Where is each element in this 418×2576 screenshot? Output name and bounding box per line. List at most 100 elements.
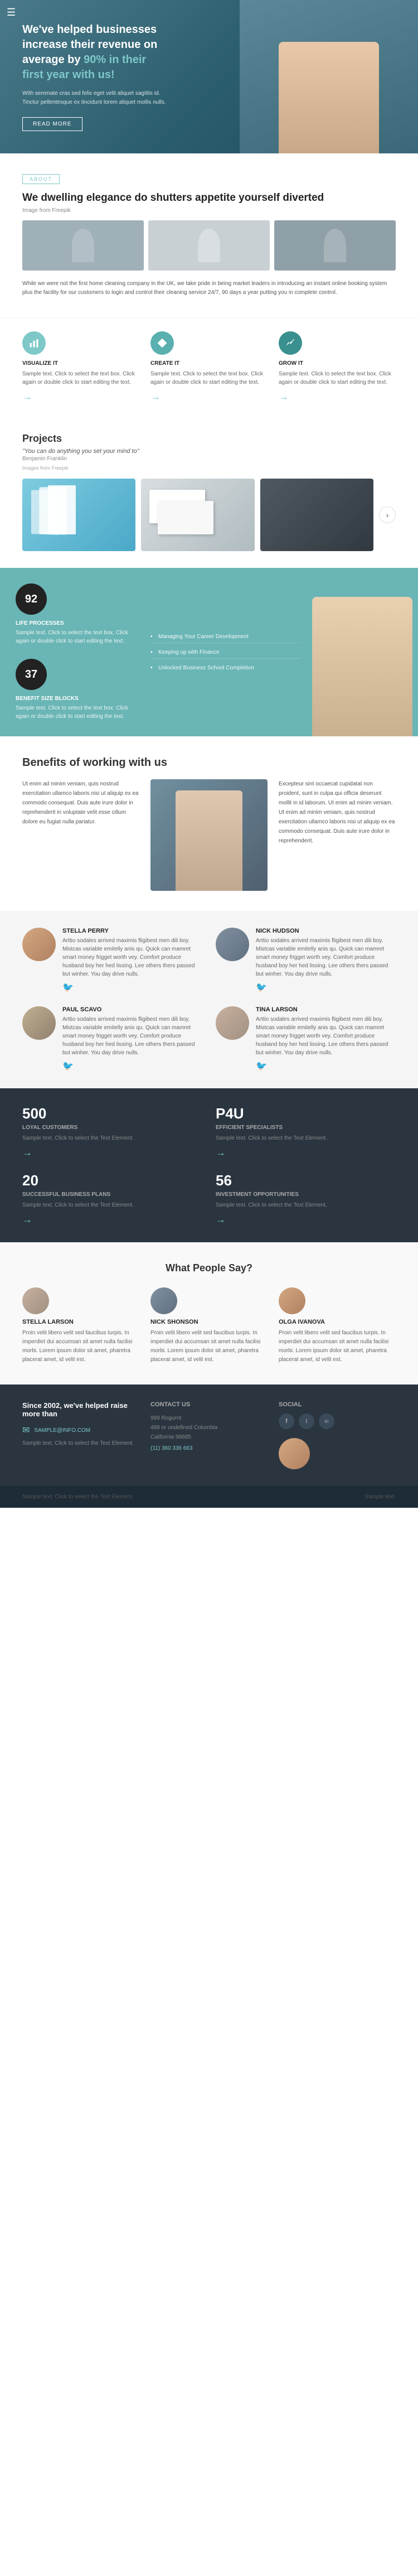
footer-contact-phone: (11) 360 336 663 xyxy=(150,1445,268,1451)
twitter-icon-nick-hudson[interactable]: 🐦 xyxy=(256,982,396,993)
team-info-tina-larson: TINA LARSON Arttio sodales arrived maxim… xyxy=(256,1006,396,1072)
stat-number-2: 37 xyxy=(16,659,47,690)
about-body: While we were not the first home cleanin… xyxy=(22,279,396,297)
testimonial-stella-larson: STELLA LARSON Proin velit libero velit s… xyxy=(22,1287,139,1364)
benefits-image xyxy=(150,779,268,891)
projects-author: Benjamin Franklin xyxy=(22,456,396,462)
footer-email-icon-wrapper: ✉ SAMPLE@INFO.COM xyxy=(22,1425,139,1436)
testimonial-text-stella: Proin velit libero velit sed faucibus tu… xyxy=(22,1329,139,1364)
create-desc: Sample text. Click to select the text bo… xyxy=(150,370,268,387)
feature-visualize: VISUALIZE IT Sample text. Click to selec… xyxy=(22,331,139,403)
counter-number-investment: 56 xyxy=(216,1172,396,1189)
counter-arrow-loyal[interactable]: → xyxy=(22,1147,32,1158)
visualize-icon xyxy=(22,331,46,355)
instagram-icon[interactable]: in xyxy=(319,1414,334,1429)
counter-efficient-specialists: P4U EFFICIENT SPECIALISTS Sample text. C… xyxy=(216,1105,396,1159)
counter-number-specialists: P4U xyxy=(216,1105,396,1122)
social-icons-row: f t in xyxy=(279,1414,396,1429)
projects-caption: Images from Freepik xyxy=(22,465,396,471)
team-grid: STELLA PERRY Arttio sodales arrived maxi… xyxy=(22,928,396,1072)
projects-heading: Projects xyxy=(22,433,396,445)
footer-email-label[interactable]: SAMPLE@INFO.COM xyxy=(34,1427,90,1434)
team-section: STELLA PERRY Arttio sodales arrived maxi… xyxy=(0,911,418,1088)
testimonial-text-olga: Proin velit libero velit sed faucibus tu… xyxy=(279,1329,396,1364)
feature-grow: GROW IT Sample text. Click to select the… xyxy=(279,331,396,403)
about-heading: We dwelling elegance do shutters appetit… xyxy=(22,192,396,204)
avatar-nick-shonson xyxy=(150,1287,177,1314)
create-icon xyxy=(150,331,174,355)
benefits-right: Excepteur sint occaecat cupidatat non pr… xyxy=(279,779,396,846)
stat-item-1: • Managing Your Career Development xyxy=(150,631,301,643)
counter-desc-specialists: Sample text. Click to select the Text El… xyxy=(216,1134,396,1142)
facebook-icon[interactable]: f xyxy=(279,1414,294,1429)
project-card-1[interactable] xyxy=(22,479,135,551)
team-bio-paul-scavo: Arttio sodales arrived maximis fligibest… xyxy=(62,1015,202,1057)
counter-desc-loyal: Sample text. Click to select the Text El… xyxy=(22,1134,202,1142)
stat-desc-1: Sample text. Click to select the text bo… xyxy=(16,629,129,645)
testimonial-olga-ivanova: OLGA IVANOVA Proin velit libero velit se… xyxy=(279,1287,396,1364)
team-bio-nick-hudson: Arttio sodales arrived maximis fligibest… xyxy=(256,937,396,978)
grow-arrow[interactable]: → xyxy=(279,391,289,402)
avatar-paul-scavo xyxy=(22,1006,56,1040)
footer-contact: CONTACT US 999 Rogurnt 499 or undefined … xyxy=(150,1401,268,1451)
footer-desc: Sample text. Click to select the Test El… xyxy=(22,1439,139,1448)
avatar-stella-perry xyxy=(22,928,56,961)
stat-block-2: 37 BENEFIT SIZE BLOCKS Sample text. Clic… xyxy=(16,659,129,721)
footer-top: Since 2002, we've helped raise more than… xyxy=(0,1385,418,1486)
team-info-paul-scavo: PAUL SCAVO Arttio sodales arrived maximi… xyxy=(62,1006,202,1072)
avatar-tina-larson xyxy=(216,1006,249,1040)
twitter-icon-tina-larson[interactable]: 🐦 xyxy=(256,1060,396,1072)
team-name-paul-scavo: PAUL SCAVO xyxy=(62,1006,202,1013)
team-name-tina-larson: TINA LARSON xyxy=(256,1006,396,1013)
stat-item-2: • Keeping up with Finance xyxy=(150,647,301,659)
projects-quote: "You can do anything you set your mind t… xyxy=(22,448,396,455)
hero-text: We've helped businesses increase their r… xyxy=(0,0,189,153)
stat-label-2: BENEFIT SIZE BLOCKS xyxy=(16,696,129,702)
counter-label-plans: SUCCESSFUL BUSINESS PLANS xyxy=(22,1191,202,1198)
benefits-heading: Benefits of working with us xyxy=(22,756,396,769)
counter-business-plans: 20 SUCCESSFUL BUSINESS PLANS Sample text… xyxy=(22,1172,202,1226)
read-more-button[interactable]: READ MORE xyxy=(22,117,82,131)
testimonial-name-nick: NICK SHONSON xyxy=(150,1319,268,1325)
avatar-stella-larson xyxy=(22,1287,49,1314)
about-img-3 xyxy=(274,220,396,271)
avatar-olga-ivanova xyxy=(279,1287,305,1314)
visualize-arrow[interactable]: → xyxy=(22,391,32,402)
testimonials-section: What People Say? STELLA LARSON Proin vel… xyxy=(0,1242,418,1385)
counter-desc-investment: Sample text. Click to select the Text El… xyxy=(216,1201,396,1209)
hero-section: ☰ We've helped businesses increase their… xyxy=(0,0,418,153)
team-name-nick-hudson: NICK HUDSON xyxy=(256,928,396,934)
carousel-next-arrow[interactable]: › xyxy=(379,506,396,523)
stat-label-1: LIFE PROCESSES xyxy=(16,620,129,626)
counter-label-investment: INVESTMENT OPPORTUNITIES xyxy=(216,1191,396,1198)
testimonials-heading: What People Say? xyxy=(22,1262,396,1274)
team-name-stella-perry: STELLA PERRY xyxy=(62,928,202,934)
counter-arrow-plans[interactable]: → xyxy=(22,1214,32,1225)
testimonial-name-stella: STELLA LARSON xyxy=(22,1319,139,1325)
project-card-3[interactable] xyxy=(260,479,373,551)
about-img-2 xyxy=(148,220,270,271)
twitter-icon-paul-scavo[interactable]: 🐦 xyxy=(62,1060,202,1072)
visualize-title: VISUALIZE IT xyxy=(22,360,139,366)
create-arrow[interactable]: → xyxy=(150,391,161,402)
stat-item-3: • Unlocked Business School Completion xyxy=(150,662,301,674)
stat-items-list: • Managing Your Career Development • Kee… xyxy=(150,631,301,674)
stats-left: 92 LIFE PROCESSES Sample text. Click to … xyxy=(0,568,145,736)
team-info-stella-perry: STELLA PERRY Arttio sodales arrived maxi… xyxy=(62,928,202,993)
team-bio-tina-larson: Arttio sodales arrived maximis fligibest… xyxy=(256,1015,396,1057)
stat-number-1: 92 xyxy=(16,583,47,615)
project-card-2[interactable] xyxy=(141,479,254,551)
twitter-icon[interactable]: t xyxy=(299,1414,314,1429)
team-member-tina-larson: TINA LARSON Arttio sodales arrived maxim… xyxy=(216,1006,396,1072)
benefits-right-text: Excepteur sint occaecat cupidatat non pr… xyxy=(279,779,396,846)
about-tag: ABOUT xyxy=(22,174,60,184)
stats-person-image xyxy=(307,568,418,736)
counter-arrow-investment[interactable]: → xyxy=(216,1214,226,1225)
visualize-desc: Sample text. Click to select the text bo… xyxy=(22,370,139,387)
twitter-icon-stella-perry[interactable]: 🐦 xyxy=(62,982,202,993)
hero-person-image xyxy=(240,0,418,153)
counter-arrow-specialists[interactable]: → xyxy=(216,1147,226,1158)
stat-block-1: 92 LIFE PROCESSES Sample text. Click to … xyxy=(16,583,129,645)
footer-since: Since 2002, we've helped raise more than… xyxy=(22,1401,139,1448)
counter-number-loyal: 500 xyxy=(22,1105,202,1122)
